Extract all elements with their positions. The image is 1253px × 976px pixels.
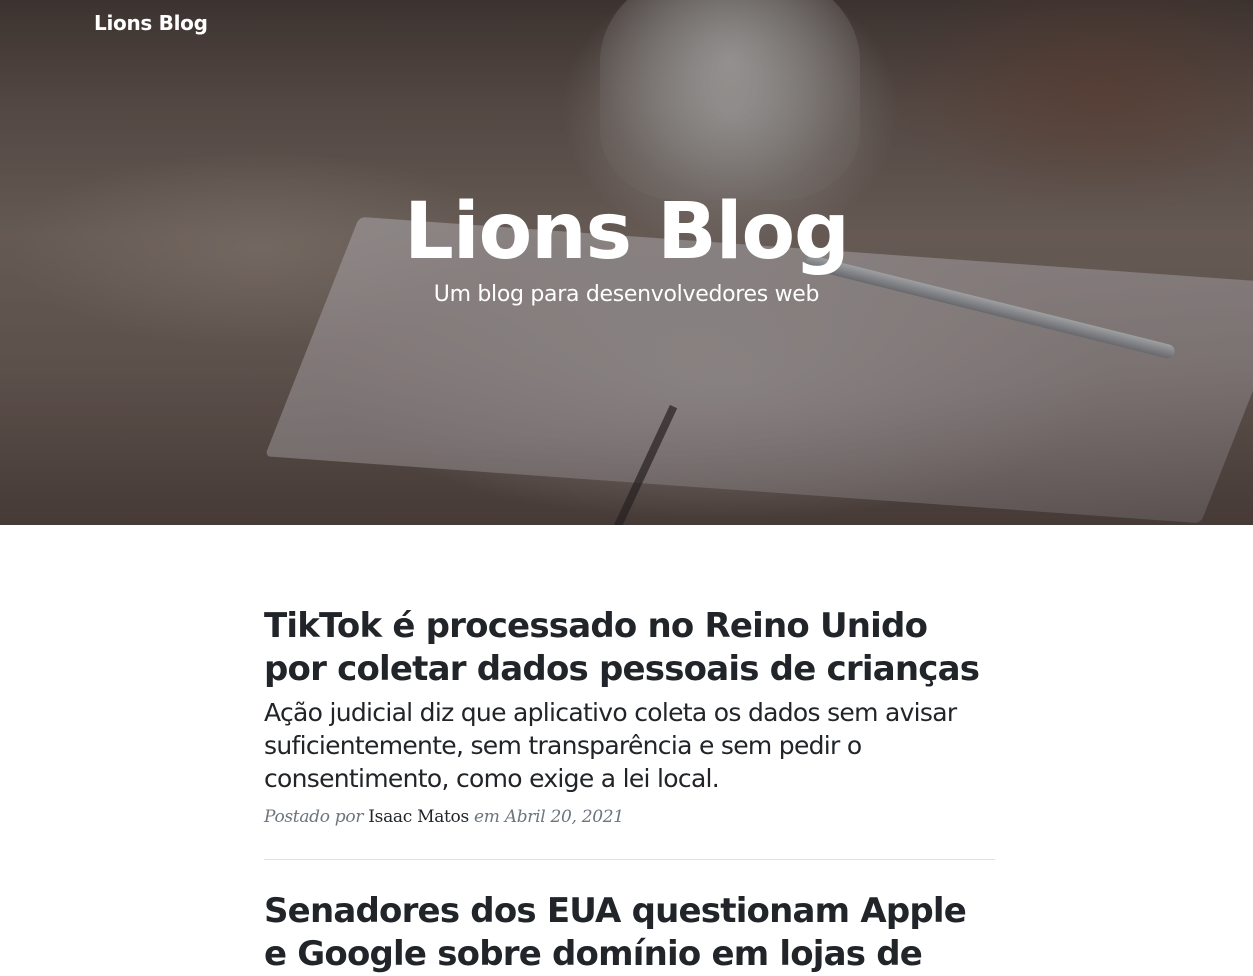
post-title: TikTok é processado no Reino Unido por c… <box>264 606 980 689</box>
navbar-brand-link[interactable]: Lions Blog <box>94 11 208 35</box>
site-heading: Lions Blog Um blog para desenvolvedores … <box>0 187 1253 307</box>
post-title: Senadores dos EUA questionam Apple e Goo… <box>264 891 967 974</box>
post-link[interactable]: Senadores dos EUA questionam Apple e Goo… <box>264 890 995 976</box>
site-subheading: Um blog para desenvolvedores web <box>433 281 820 307</box>
post-author-link[interactable]: Isaac Matos <box>368 807 469 827</box>
site-title: Lions Blog <box>404 187 850 277</box>
post-preview: TikTok é processado no Reino Unido por c… <box>264 605 995 827</box>
post-meta-date: em Abril 20, 2021 <box>474 807 624 827</box>
post-meta-prefix: Postado por <box>264 807 364 827</box>
post-subtitle: Ação judicial diz que aplicativo coleta … <box>264 698 957 793</box>
post-meta: Postado por Isaac Matos em Abril 20, 202… <box>264 807 995 827</box>
post-link[interactable]: TikTok é processado no Reino Unido por c… <box>264 605 995 795</box>
masthead-hero: Lions Blog Lions Blog Um blog para desen… <box>0 0 1253 525</box>
post-divider <box>264 859 995 860</box>
post-list: TikTok é processado no Reino Unido por c… <box>264 605 995 976</box>
navbar: Lions Blog <box>94 11 208 35</box>
post-preview: Senadores dos EUA questionam Apple e Goo… <box>264 890 995 976</box>
